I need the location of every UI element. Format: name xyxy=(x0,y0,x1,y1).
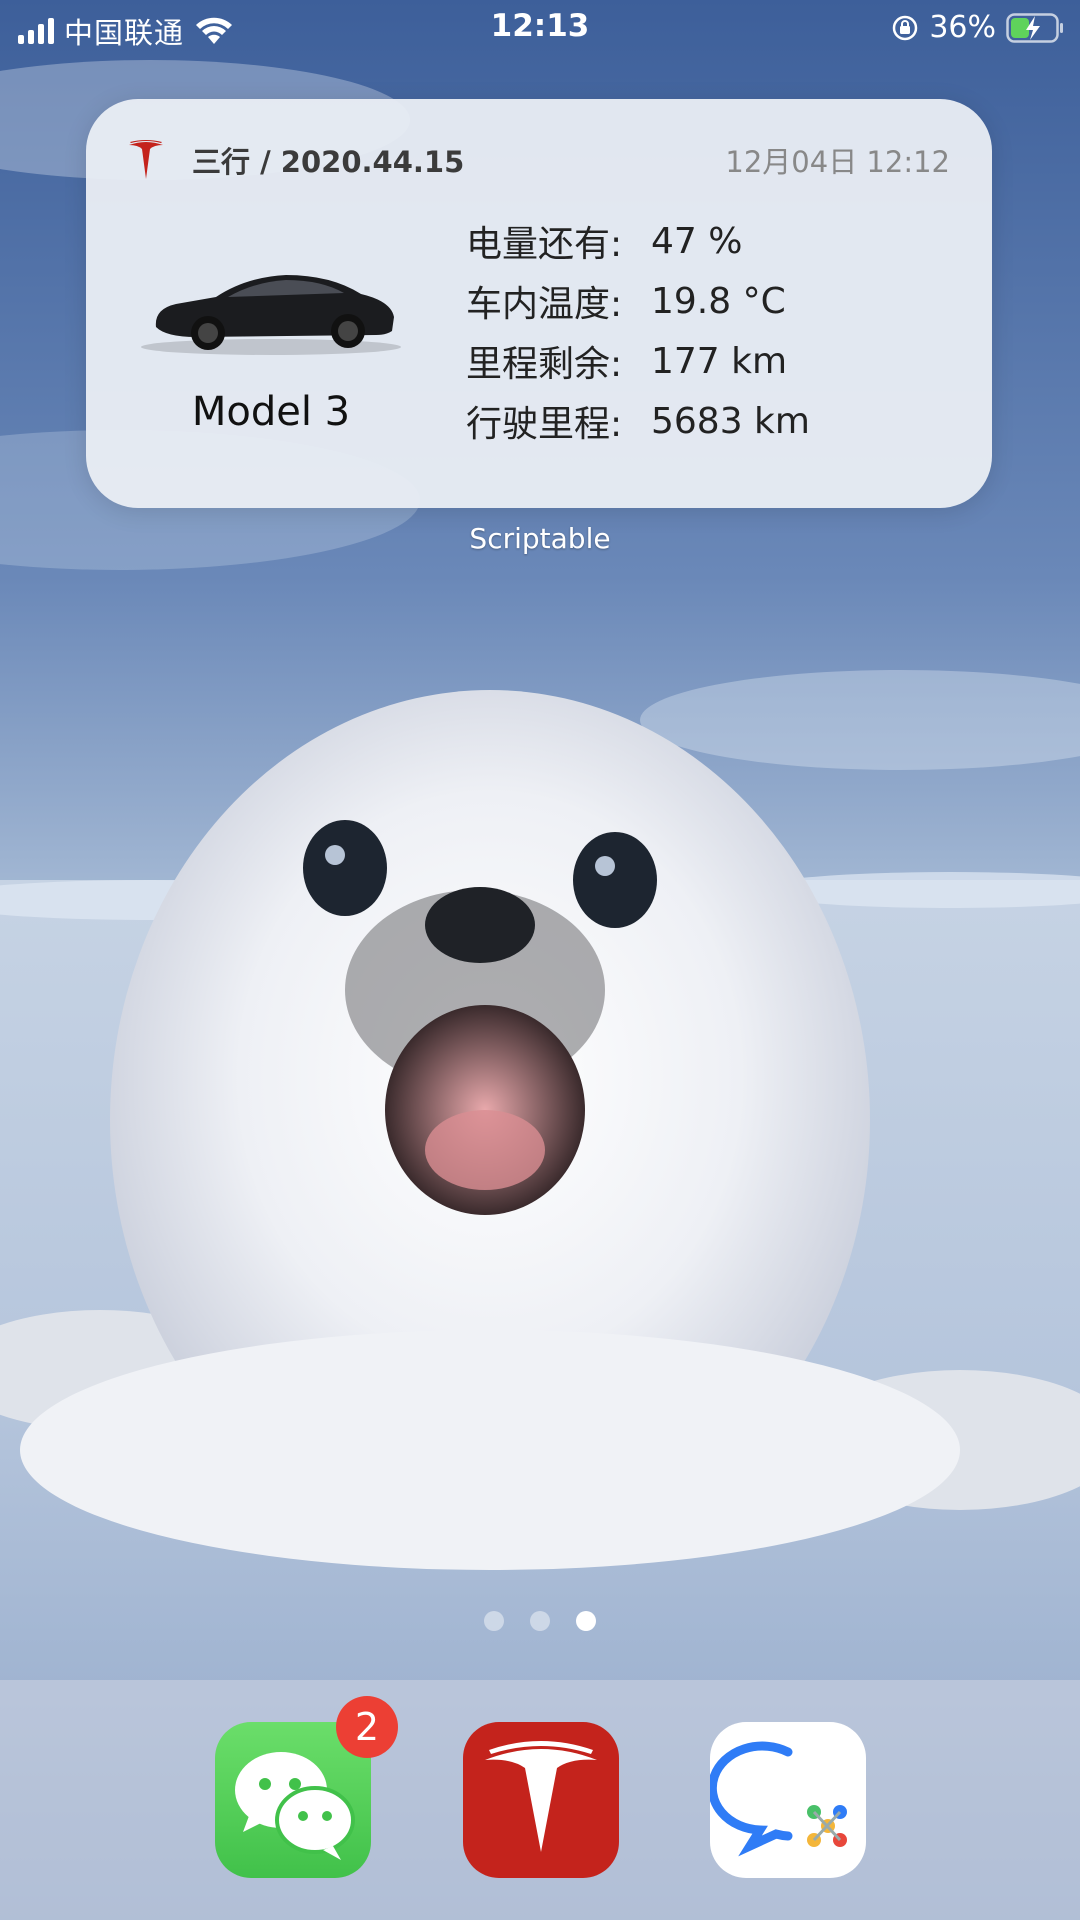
widget-timestamp: 12月04日 12:12 xyxy=(725,145,950,179)
stat-label: 里程剩余: xyxy=(466,344,623,385)
status-right: 36% xyxy=(891,10,1064,45)
stat-value: 19.8 °C xyxy=(651,280,786,322)
page-indicator[interactable] xyxy=(0,1611,1080,1631)
widget-title: 三行 / 2020.44.15 xyxy=(192,145,465,179)
status-bar: 中国联通 12:13 36% xyxy=(0,0,1080,56)
page-dot-active[interactable] xyxy=(576,1611,596,1631)
stat-label: 车内温度: xyxy=(466,284,623,325)
car-block: Model 3 xyxy=(126,249,416,435)
tesla-logo-icon xyxy=(129,140,163,179)
stat-range: 里程剩余: 177 km xyxy=(466,331,966,391)
battery-percent: 36% xyxy=(929,10,996,45)
stats-list: 电量还有: 47 % 车内温度: 19.8 °C 里程剩余: 177 km 行驶… xyxy=(466,211,966,451)
widget-header: 三行 / 2020.44.15 12月04日 12:12 xyxy=(126,137,950,183)
widget-app-label: Scriptable xyxy=(469,522,611,555)
stat-value: 5683 km xyxy=(651,400,810,442)
page-dot[interactable] xyxy=(530,1611,550,1631)
stat-label: 行驶里程: xyxy=(466,404,623,445)
battery-charging-icon xyxy=(1006,12,1063,43)
stat-value: 177 km xyxy=(651,340,788,382)
page-dot[interactable] xyxy=(484,1611,504,1631)
tesla-app[interactable] xyxy=(463,1722,619,1878)
chat-bubble-icon xyxy=(710,1741,847,1857)
stat-battery: 电量还有: 47 % xyxy=(466,211,966,271)
notification-badge: 2 xyxy=(336,1696,398,1758)
chat-app[interactable] xyxy=(710,1722,866,1878)
stat-odometer: 行驶里程: 5683 km xyxy=(466,391,966,451)
car-model-name: Model 3 xyxy=(191,389,351,435)
tesla-widget[interactable]: 三行 / 2020.44.15 12月04日 12:12 Model 3 电量还… xyxy=(86,99,992,508)
stat-cabin-temp: 车内温度: 19.8 °C xyxy=(466,271,966,331)
tesla-icon xyxy=(485,1741,597,1852)
car-image xyxy=(141,275,401,355)
stat-value: 47 % xyxy=(651,220,743,262)
stat-label: 电量还有: xyxy=(466,224,623,265)
rotation-lock-icon xyxy=(893,15,918,40)
